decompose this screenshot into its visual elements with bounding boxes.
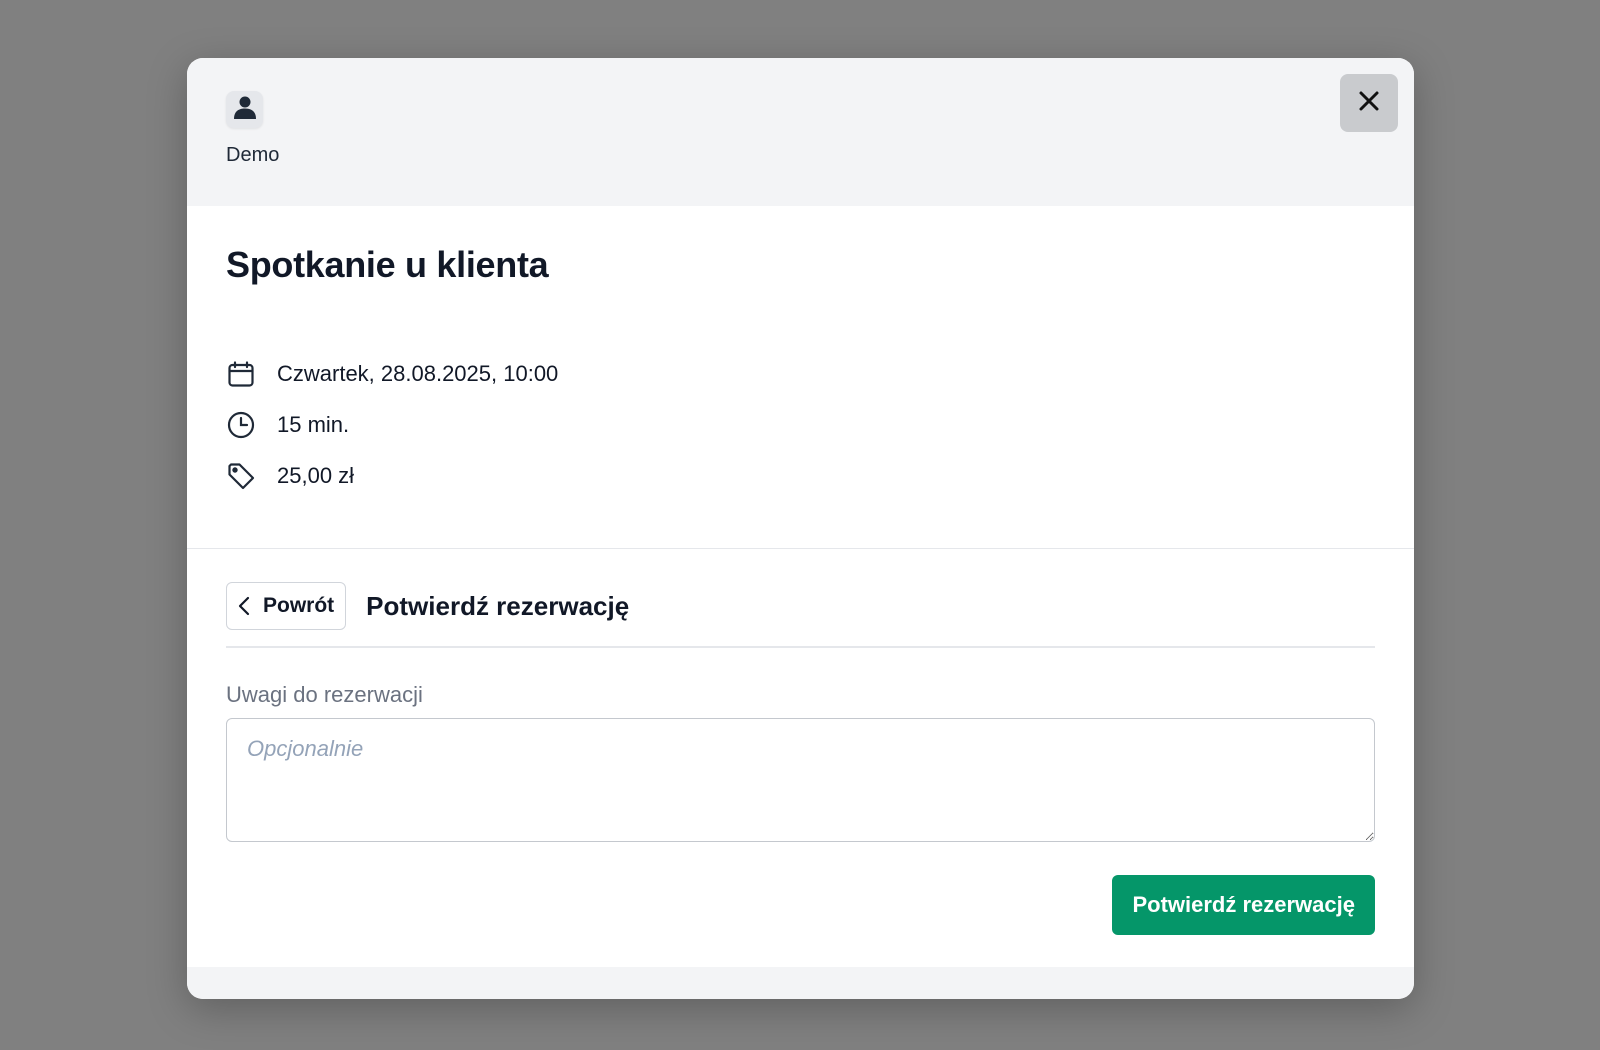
modal-header: Demo — [187, 58, 1414, 206]
user-icon — [233, 94, 257, 125]
event-summary: Spotkanie u klienta Czwartek, 28.08.2025… — [187, 206, 1414, 501]
avatar — [226, 91, 263, 128]
notes-textarea[interactable] — [226, 718, 1375, 842]
detail-date-text: Czwartek, 28.08.2025, 10:00 — [277, 360, 559, 386]
modal-footer — [187, 967, 1414, 999]
confirm-booking-button[interactable]: Potwierdź rezerwację — [1112, 875, 1375, 935]
close-icon — [1358, 90, 1380, 117]
back-button-label: Powrót — [263, 594, 335, 617]
calendar-icon — [226, 359, 256, 389]
tag-icon — [226, 461, 256, 491]
detail-price: 25,00 zł — [226, 450, 1375, 501]
detail-price-text: 25,00 zł — [277, 462, 355, 488]
org-name: Demo — [226, 144, 280, 166]
clock-icon — [226, 410, 256, 440]
section-divider — [187, 548, 1414, 549]
event-details: Czwartek, 28.08.2025, 10:00 15 min. 25,0… — [226, 348, 1375, 501]
booking-modal: Demo Spotkanie u klienta Czwartek, 28.08… — [187, 58, 1414, 999]
close-button[interactable] — [1340, 74, 1398, 132]
step-title: Potwierdź rezerwację — [366, 591, 630, 621]
detail-duration-text: 15 min. — [277, 411, 350, 437]
back-button[interactable]: Powrót — [226, 582, 347, 630]
event-title: Spotkanie u klienta — [226, 244, 549, 285]
chevron-left-icon — [237, 596, 251, 616]
detail-duration: 15 min. — [226, 399, 1375, 450]
notes-label: Uwagi do rezerwacji — [226, 682, 423, 707]
detail-date: Czwartek, 28.08.2025, 10:00 — [226, 348, 1375, 399]
step-bar: Powrót Potwierdź rezerwację — [226, 582, 1375, 648]
